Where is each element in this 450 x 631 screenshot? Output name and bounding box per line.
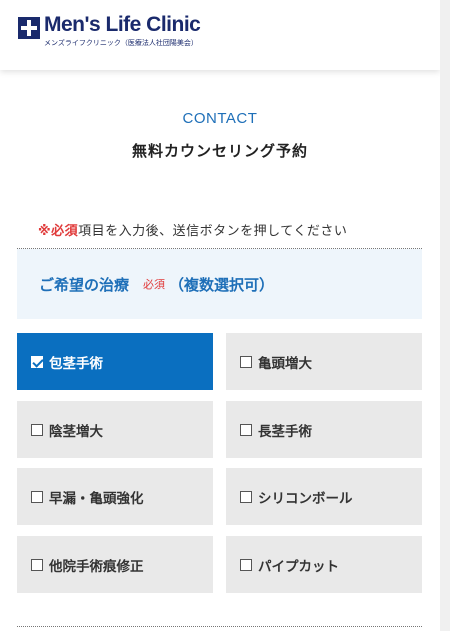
option-inkei-zoudai[interactable]: 陰茎増大 (17, 401, 213, 458)
option-vasectomy[interactable]: パイプカット (226, 536, 422, 593)
page: Men's Life Clinic メンズライフクリニック（医療法人社団陽美会）… (0, 0, 440, 631)
checkbox-icon[interactable] (240, 423, 252, 436)
option-label: パイプカット (258, 558, 339, 575)
scrollbar[interactable] (440, 0, 450, 631)
option-scar-repair[interactable]: 他院手術痕修正 (17, 536, 213, 593)
option-label: 他院手術痕修正 (49, 558, 144, 575)
option-label: 陰茎増大 (49, 423, 103, 440)
contact-label: CONTACT (182, 110, 258, 127)
option-label: シリコンボール (258, 490, 353, 507)
required-badge: 必須 (143, 278, 166, 291)
option-houkei[interactable]: 包茎手術 (17, 333, 213, 390)
checkbox-icon[interactable] (240, 490, 252, 503)
option-silicon-ball[interactable]: シリコンボール (226, 468, 422, 525)
logo-title: Men's Life Clinic (44, 13, 201, 36)
option-label: 包茎手術 (49, 355, 103, 372)
option-label: 長茎手術 (258, 423, 312, 440)
required-mark: ※必須 (38, 224, 79, 239)
option-souro-kitou[interactable]: 早漏・亀頭強化 (17, 468, 213, 525)
multi-select-note: （複数選択可） (169, 275, 275, 294)
checkbox-icon[interactable] (31, 423, 43, 436)
treatment-title: ご希望の治療 (39, 275, 130, 294)
divider (17, 626, 422, 627)
option-kitou-zoudai[interactable]: 亀頭増大 (226, 333, 422, 390)
checkbox-icon[interactable] (31, 558, 43, 571)
notice-text: 項目を入力後、送信ボタンを押してください (78, 224, 348, 239)
treatment-section-header: ご希望の治療 必須 （複数選択可） (17, 249, 422, 319)
checkbox-icon[interactable] (240, 558, 252, 571)
site-header: Men's Life Clinic メンズライフクリニック（医療法人社団陽美会） (0, 0, 440, 70)
clinic-logo[interactable]: Men's Life Clinic メンズライフクリニック（医療法人社団陽美会） (18, 13, 201, 48)
contact-title: 無料カウンセリング予約 (131, 142, 308, 160)
checkbox-icon[interactable] (31, 490, 43, 503)
option-label: 早漏・亀頭強化 (49, 490, 144, 507)
option-label: 亀頭増大 (258, 355, 312, 372)
option-choukei[interactable]: 長茎手術 (226, 401, 422, 458)
checkbox-icon[interactable] (240, 355, 252, 368)
logo-subtitle: メンズライフクリニック（医療法人社団陽美会） (44, 39, 198, 47)
logo-text: Men's Life Clinic メンズライフクリニック（医療法人社団陽美会） (44, 13, 201, 48)
required-notice: ※必須項目を入力後、送信ボタンを押してください (38, 220, 347, 239)
cross-logo-icon (18, 17, 40, 39)
checkbox-icon[interactable] (31, 355, 43, 368)
